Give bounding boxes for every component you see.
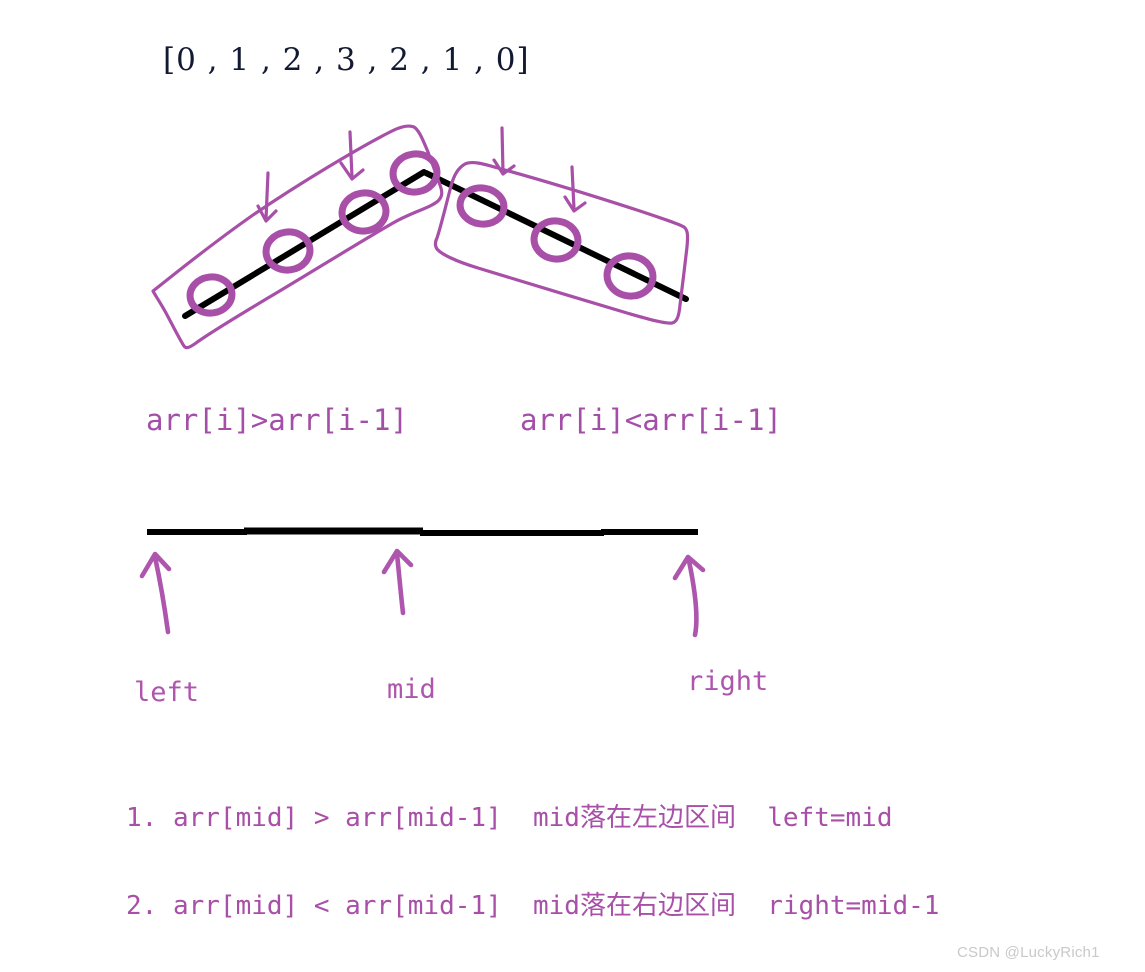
pointer-label-right: right [687,666,769,697]
point-circle-4 [456,184,508,228]
rule-line-1: 1. arr[mid] > arr[mid-1] mid落在左边区间 left=… [126,803,893,833]
watermark-text: CSDN @LuckyRich1 [957,944,1100,961]
descending-segment-group [423,170,689,302]
pointer-arrows [139,548,706,638]
point-circle-6 [603,252,657,300]
annotation-arrow-left-1 [256,171,278,223]
ascending-point-circles [186,150,441,317]
pointer-label-left: left [134,677,200,708]
point-circle-1 [262,228,314,274]
point-circle-3 [389,150,441,196]
annotation-arrow-right-1 [492,126,516,176]
point-circle-5 [530,217,582,263]
descending-line [423,170,689,302]
point-circle-2 [338,189,390,235]
point-circle-0 [186,273,236,317]
annotation-arrow-left-2 [339,130,365,181]
annotation-arrows-right [492,126,587,213]
whiteboard-canvas: [0 , 1 , 2 , 3 , 2 , 1 , 0] arr[i]>arr[i… [0,0,1145,972]
condition-left-text: arr[i]>arr[i-1] [146,403,408,437]
pointer-ruler-bar [147,527,698,536]
pointer-arrow-mid [381,548,414,616]
annotation-arrow-right-2 [563,165,587,213]
annotation-arrows-left [256,130,365,223]
rule-line-2: 2. arr[mid] < arr[mid-1] mid落在右边区间 right… [126,891,940,921]
pointer-arrow-left [139,551,172,635]
ascending-region-outline [151,124,444,350]
descending-region-outline [433,160,690,325]
descending-point-circles [456,184,657,300]
array-literal-text: [0 , 1 , 2 , 3 , 2 , 1 , 0] [163,42,530,78]
pointer-arrow-right [672,554,706,638]
condition-right-text: arr[i]<arr[i-1] [520,403,782,437]
pointer-label-mid: mid [387,674,436,705]
ascending-segment-group [182,169,427,319]
ascending-line [182,169,427,319]
